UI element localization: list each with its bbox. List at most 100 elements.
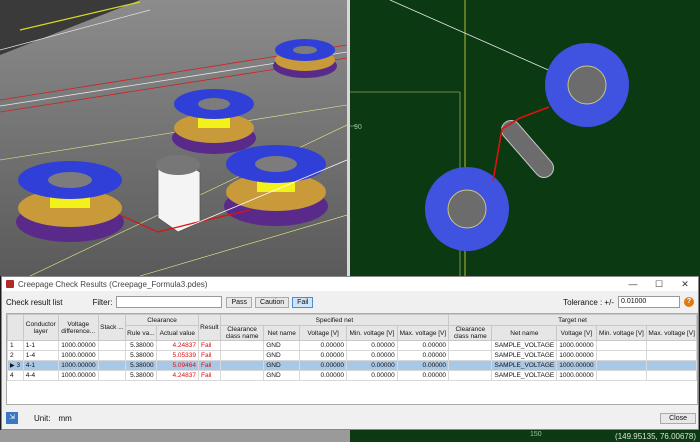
3d-view-bottom xyxy=(0,430,350,442)
table-row[interactable]: 2 1-4 1000.00000 5.38000 5.05339 Fail GN… xyxy=(7,350,697,361)
cell-clearance-class xyxy=(219,360,265,371)
help-icon[interactable]: ? xyxy=(684,297,694,307)
cell-actual-value: 5.05339 xyxy=(155,350,199,361)
row-index-text: 3 xyxy=(16,362,21,369)
col-target-max-voltage[interactable]: Max. voltage [V] xyxy=(646,325,697,341)
cell-max-voltage: 0.00000 xyxy=(396,370,450,381)
maximize-icon[interactable]: ☐ xyxy=(646,279,672,290)
close-icon[interactable]: ✕ xyxy=(672,279,698,290)
col-target-min-voltage[interactable]: Min. voltage [V] xyxy=(595,325,648,341)
cell-target-net-name: SAMPLE_VOLTAGE xyxy=(491,350,558,361)
cell-min-voltage: 0.00000 xyxy=(346,350,398,361)
cell-net-name: GND xyxy=(263,360,301,371)
col-min-voltage[interactable]: Min. voltage [V] xyxy=(346,325,398,341)
filter-toolbar: Check result list Filter: Pass Caution F… xyxy=(2,294,698,310)
pad-3d-back-right xyxy=(273,39,337,78)
row-index: 4 xyxy=(7,370,24,381)
cell-net-name: GND xyxy=(263,370,301,381)
cell-target-max-voltage xyxy=(646,350,697,361)
col-net-name[interactable]: Net name xyxy=(263,325,301,341)
pad-3d-middle xyxy=(172,89,256,154)
cell-net-name: GND xyxy=(263,350,301,361)
cell-voltage-diff: 1000.00000 xyxy=(57,370,99,381)
pad-2d-top xyxy=(545,43,629,127)
cell-voltage-diff: 1000.00000 xyxy=(57,350,99,361)
minimize-icon[interactable]: — xyxy=(620,279,646,290)
dialog-titlebar[interactable]: Creepage Check Results (Creepage_Formula… xyxy=(2,277,698,291)
close-button[interactable]: Close xyxy=(660,412,696,424)
3d-scene xyxy=(0,0,347,276)
ruler-label-left: 90 xyxy=(354,124,362,131)
cell-target-clearance-class xyxy=(448,360,493,371)
table-row-selected[interactable]: ▶ 3 4-1 1000.00000 5.38000 5.09464 Fail … xyxy=(7,360,697,371)
cell-layer: 1-1 xyxy=(22,340,59,351)
cell-min-voltage: 0.00000 xyxy=(346,370,398,381)
table-row[interactable]: 4 4-4 1000.00000 5.38000 4.24837 Fail GN… xyxy=(7,370,697,381)
results-grid[interactable]: Conductor layer Voltage difference... St… xyxy=(6,313,698,405)
cell-target-min-voltage xyxy=(595,340,648,351)
cell-target-max-voltage xyxy=(646,370,697,381)
cell-stack xyxy=(97,340,127,351)
2d-scene xyxy=(350,0,629,276)
cell-result: Fail xyxy=(197,340,221,351)
cell-clearance-class xyxy=(219,340,265,351)
cell-result: Fail xyxy=(197,350,221,361)
group-clearance: Clearance xyxy=(125,314,199,326)
cursor-coordinates: (149.95135, 76.00678) xyxy=(615,432,696,441)
check-result-list-label: Check result list xyxy=(6,297,63,307)
tolerance-input[interactable]: 0.01000 xyxy=(618,296,680,308)
unit-label: Unit: xyxy=(34,413,51,423)
3d-view[interactable] xyxy=(0,0,347,276)
cell-min-voltage: 0.00000 xyxy=(346,340,398,351)
col-max-voltage[interactable]: Max. voltage [V] xyxy=(396,325,450,341)
cell-clearance-class xyxy=(219,350,265,361)
cell-actual-value: 4.24837 xyxy=(155,370,199,381)
unit-value: mm xyxy=(58,413,72,423)
cell-actual-value: 4.24837 xyxy=(155,340,199,351)
col-rule-value[interactable]: Rule va... xyxy=(125,325,157,341)
cell-layer: 1-4 xyxy=(22,350,59,361)
col-conductor-layer[interactable]: Conductor layer xyxy=(22,314,59,341)
pad-3d-front-right xyxy=(224,145,328,226)
col-actual-value[interactable]: Actual value xyxy=(155,325,199,341)
cell-clearance-class xyxy=(219,370,265,381)
pass-filter-button[interactable]: Pass xyxy=(226,296,253,308)
col-stack[interactable]: Stack ... xyxy=(97,314,127,341)
pad-3d-front-left xyxy=(16,161,124,242)
group-target-net: Target net xyxy=(448,314,697,326)
col-target-voltage[interactable]: Voltage [V] xyxy=(556,325,597,341)
export-icon[interactable]: ⇲ xyxy=(6,412,18,424)
cell-voltage: 0.00000 xyxy=(299,340,348,351)
pad-2d-bottom xyxy=(425,167,509,251)
2d-view[interactable]: 90 xyxy=(350,0,700,276)
col-clearance-class[interactable]: Clearance class name xyxy=(219,325,265,341)
cell-voltage-diff: 1000.00000 xyxy=(57,360,99,371)
caution-filter-button[interactable]: Caution xyxy=(255,296,290,308)
filter-label: Filter: xyxy=(92,297,113,307)
cell-target-min-voltage xyxy=(595,370,648,381)
table-row[interactable]: 1 1-1 1000.00000 5.38000 4.24837 Fail GN… xyxy=(7,340,697,351)
cell-max-voltage: 0.00000 xyxy=(396,340,450,351)
dialog-statusbar: ⇲ Unit: mm Close xyxy=(6,411,696,425)
creepage-results-dialog: Creepage Check Results (Creepage_Formula… xyxy=(1,276,699,430)
cell-stack xyxy=(97,370,127,381)
cell-net-name: GND xyxy=(263,340,301,351)
cell-min-voltage: 0.00000 xyxy=(346,360,398,371)
tolerance-label: Tolerance : +/- xyxy=(563,297,614,307)
cell-target-min-voltage xyxy=(595,350,648,361)
cell-rule-value: 5.38000 xyxy=(125,350,157,361)
row-header-corner xyxy=(7,314,24,341)
col-voltage-difference[interactable]: Voltage difference... xyxy=(57,314,99,341)
cell-result: Fail xyxy=(197,370,221,381)
app-icon xyxy=(6,280,14,288)
col-target-net-name[interactable]: Net name xyxy=(491,325,558,341)
row-index: ▶ 3 xyxy=(7,360,24,371)
col-target-clearance-class[interactable]: Clearance class name xyxy=(448,325,493,341)
2d-view-bottom: 150 (149.95135, 76.00678) xyxy=(350,430,700,442)
fail-filter-button[interactable]: Fail xyxy=(292,296,314,308)
col-voltage[interactable]: Voltage [V] xyxy=(299,325,348,341)
filter-input[interactable] xyxy=(116,296,223,308)
slot-3d xyxy=(156,155,201,233)
cell-target-net-name: SAMPLE_VOLTAGE xyxy=(491,340,558,351)
col-result[interactable]: Result xyxy=(197,314,221,341)
